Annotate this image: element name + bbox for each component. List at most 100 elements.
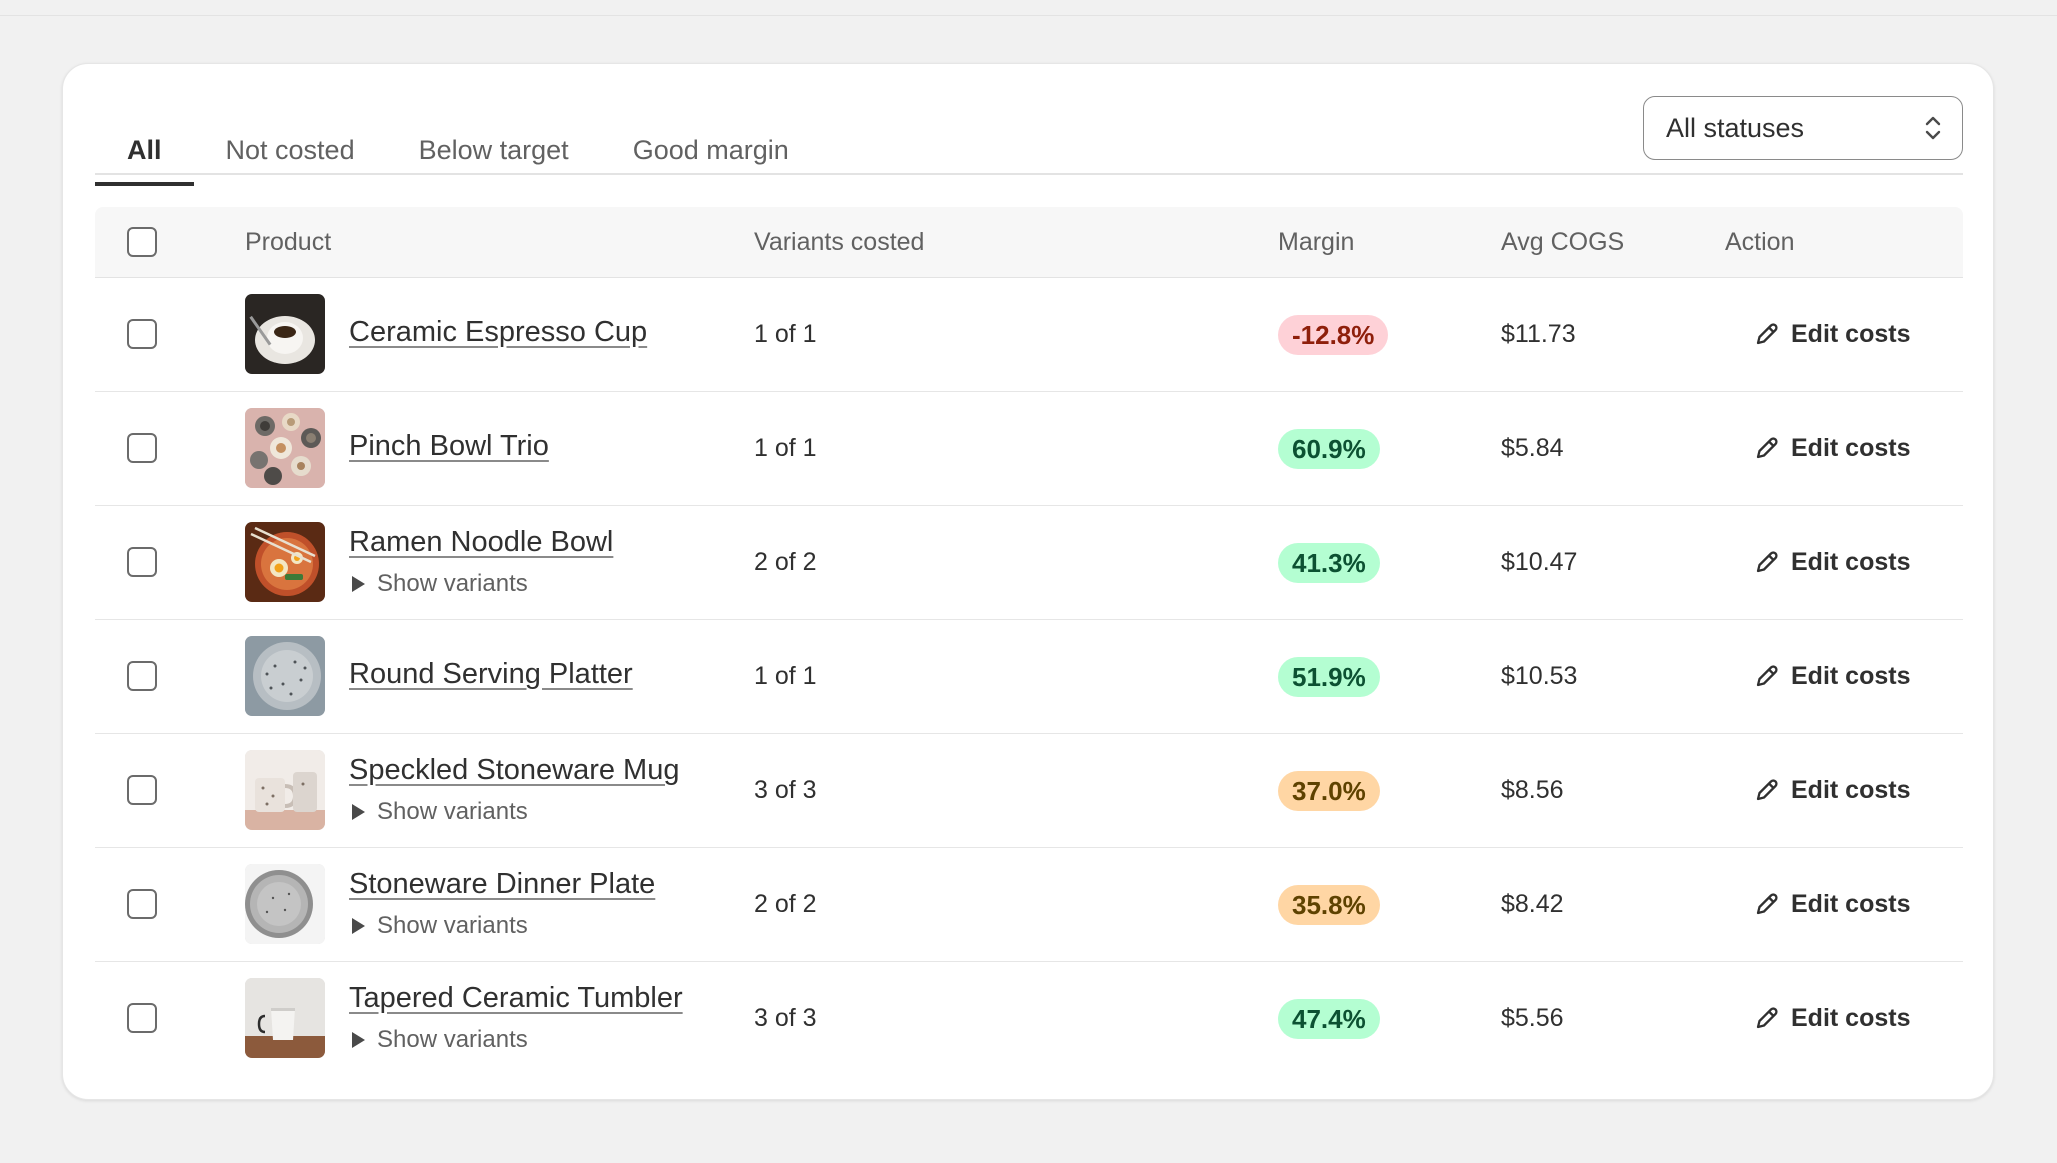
edit-costs-label: Edit costs [1791,1003,1911,1032]
product-name-link[interactable]: Round Serving Platter [349,658,633,691]
header-product: Product [245,228,332,256]
edit-costs-button[interactable]: Edit costs [1741,996,1922,1040]
show-variants-label: Show variants [377,798,528,825]
table-row: Pinch Bowl Trio 1 of 1 60.9% $5.84 Edit … [95,392,1963,506]
filter-tabs: All Not costed Below target Good margin [95,114,821,186]
pencil-icon [1756,665,1778,687]
select-all-checkbox[interactable] [127,227,157,257]
edit-costs-label: Edit costs [1791,661,1911,690]
header-variants-costed: Variants costed [754,228,925,256]
serving-platter-image [245,636,325,716]
product-thumbnail[interactable] [245,294,325,374]
top-divider [0,15,2057,16]
row-checkbox[interactable] [127,433,157,463]
variants-costed: 2 of 2 [754,548,817,576]
edit-costs-button[interactable]: Edit costs [1741,768,1922,812]
row-checkbox[interactable] [127,547,157,577]
tabs-divider [95,173,1963,175]
table-row: Round Serving Platter 1 of 1 51.9% $10.5… [95,620,1963,734]
avg-cogs: $5.56 [1501,1004,1564,1032]
show-variants-label: Show variants [377,1026,528,1053]
avg-cogs: $10.47 [1501,548,1578,576]
header-avg-cogs: Avg COGS [1501,228,1625,256]
header-margin: Margin [1278,228,1355,256]
row-checkbox[interactable] [127,319,157,349]
edit-costs-label: Edit costs [1791,319,1911,348]
table-row: Tapered Ceramic Tumbler Show variants 3 … [95,962,1963,1075]
edit-costs-button[interactable]: Edit costs [1741,654,1922,698]
edit-costs-button[interactable]: Edit costs [1741,882,1922,926]
status-select-value: All statuses [1666,112,1805,143]
avg-cogs: $8.56 [1501,776,1564,804]
edit-costs-label: Edit costs [1791,433,1911,462]
triangle-right-icon [352,804,365,820]
show-variants-label: Show variants [377,570,528,597]
pencil-icon [1756,893,1778,915]
pencil-icon [1756,1007,1778,1029]
pencil-icon [1756,779,1778,801]
tab-all[interactable]: All [95,114,194,186]
show-variants-toggle[interactable]: Show variants [349,570,528,598]
ceramic-tumbler-image [245,978,325,1058]
edit-costs-button[interactable]: Edit costs [1741,312,1922,356]
espresso-cup-image [245,294,325,374]
product-thumbnail[interactable] [245,864,325,944]
variants-costed: 3 of 3 [754,1004,817,1032]
product-thumbnail[interactable] [245,636,325,716]
row-checkbox[interactable] [127,1003,157,1033]
edit-costs-label: Edit costs [1791,547,1911,576]
product-thumbnail[interactable] [245,978,325,1058]
product-name-link[interactable]: Stoneware Dinner Plate [349,868,655,901]
margin-badge: -12.8% [1278,315,1389,355]
variants-costed: 3 of 3 [754,776,817,804]
triangle-right-icon [352,918,365,934]
status-select[interactable]: All statuses [1643,96,1963,160]
pinch-bowls-image [245,408,325,488]
products-card: All Not costed Below target Good margin … [62,63,1994,1100]
pencil-icon [1756,323,1778,345]
product-thumbnail[interactable] [245,750,325,830]
tab-below-target[interactable]: Below target [387,114,601,186]
avg-cogs: $8.42 [1501,890,1564,918]
variants-costed: 2 of 2 [754,890,817,918]
tab-good-margin[interactable]: Good margin [601,114,821,186]
table-row: Ceramic Espresso Cup 1 of 1 -12.8% $11.7… [95,278,1963,392]
margin-badge: 51.9% [1278,657,1380,697]
edit-costs-button[interactable]: Edit costs [1741,426,1922,470]
product-name-link[interactable]: Ramen Noodle Bowl [349,526,613,559]
pencil-icon [1756,437,1778,459]
tab-not-costed[interactable]: Not costed [194,114,387,186]
margin-badge: 35.8% [1278,885,1380,925]
table-row: Ramen Noodle Bowl Show variants 2 of 2 4… [95,506,1963,620]
avg-cogs: $10.53 [1501,662,1578,690]
show-variants-toggle[interactable]: Show variants [349,1026,528,1054]
avg-cogs: $5.84 [1501,434,1564,462]
products-table: Product Variants costed Margin Avg COGS … [95,207,1963,1075]
show-variants-label: Show variants [377,912,528,939]
ramen-bowl-image [245,522,325,602]
triangle-right-icon [352,576,365,592]
product-name-link[interactable]: Pinch Bowl Trio [349,430,549,463]
edit-costs-button[interactable]: Edit costs [1741,540,1922,584]
show-variants-toggle[interactable]: Show variants [349,912,528,940]
margin-badge: 60.9% [1278,429,1380,469]
table-row: Speckled Stoneware Mug Show variants 3 o… [95,734,1963,848]
edit-costs-label: Edit costs [1791,889,1911,918]
product-thumbnail[interactable] [245,522,325,602]
margin-badge: 37.0% [1278,771,1380,811]
dinner-plate-image [245,864,325,944]
edit-costs-label: Edit costs [1791,775,1911,804]
table-header: Product Variants costed Margin Avg COGS … [95,207,1963,278]
row-checkbox[interactable] [127,889,157,919]
product-name-link[interactable]: Speckled Stoneware Mug [349,754,679,787]
row-checkbox[interactable] [127,775,157,805]
show-variants-toggle[interactable]: Show variants [349,798,528,826]
stoneware-mug-image [245,750,325,830]
variants-costed: 1 of 1 [754,662,817,690]
row-checkbox[interactable] [127,661,157,691]
product-name-link[interactable]: Tapered Ceramic Tumbler [349,982,683,1015]
chevron-up-down-icon [1925,116,1941,140]
product-thumbnail[interactable] [245,408,325,488]
pencil-icon [1756,551,1778,573]
product-name-link[interactable]: Ceramic Espresso Cup [349,316,647,349]
